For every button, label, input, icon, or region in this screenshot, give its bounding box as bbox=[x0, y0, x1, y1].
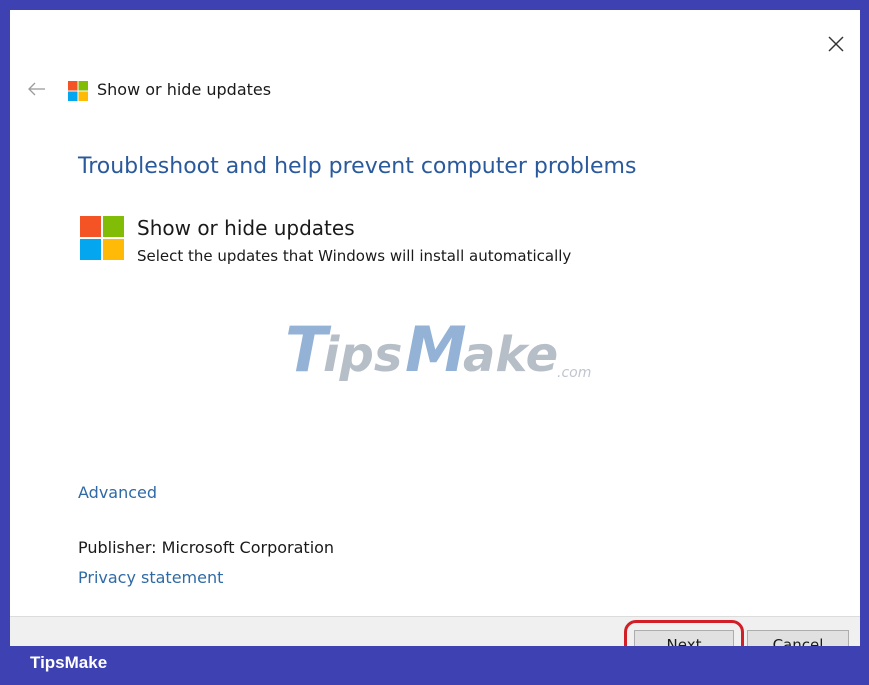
troubleshooter-description: Select the updates that Windows will ins… bbox=[137, 247, 572, 265]
svg-text:ake: ake bbox=[463, 327, 558, 383]
watermark-suffix: .com bbox=[557, 365, 591, 381]
svg-text:ips: ips bbox=[323, 327, 402, 383]
cancel-button[interactable]: Cancel bbox=[747, 630, 849, 646]
privacy-statement-link[interactable]: Privacy statement bbox=[78, 568, 223, 587]
bottom-banner bbox=[0, 646, 869, 685]
page-heading: Troubleshoot and help prevent computer p… bbox=[78, 154, 637, 179]
next-button[interactable]: Next bbox=[634, 630, 734, 646]
app-windows-logo-icon bbox=[80, 216, 124, 260]
window-title: Show or hide updates bbox=[97, 80, 272, 99]
back-arrow-icon bbox=[28, 82, 45, 96]
troubleshooter-dialog: Show or hide updates Troubleshoot and he… bbox=[10, 10, 860, 646]
tipsmake-watermark: T ips M ake .com bbox=[285, 315, 591, 385]
advanced-link[interactable]: Advanced bbox=[78, 483, 157, 502]
troubleshooter-name[interactable]: Show or hide updates bbox=[137, 216, 355, 240]
windows-logo-icon bbox=[68, 81, 88, 101]
close-icon bbox=[828, 36, 844, 52]
banner-brand-text: TipsMake bbox=[30, 653, 108, 672]
svg-text:M: M bbox=[405, 315, 467, 385]
back-button[interactable] bbox=[25, 78, 49, 100]
publisher-info: Publisher: Microsoft Corporation bbox=[78, 538, 335, 557]
close-button[interactable] bbox=[822, 30, 850, 58]
